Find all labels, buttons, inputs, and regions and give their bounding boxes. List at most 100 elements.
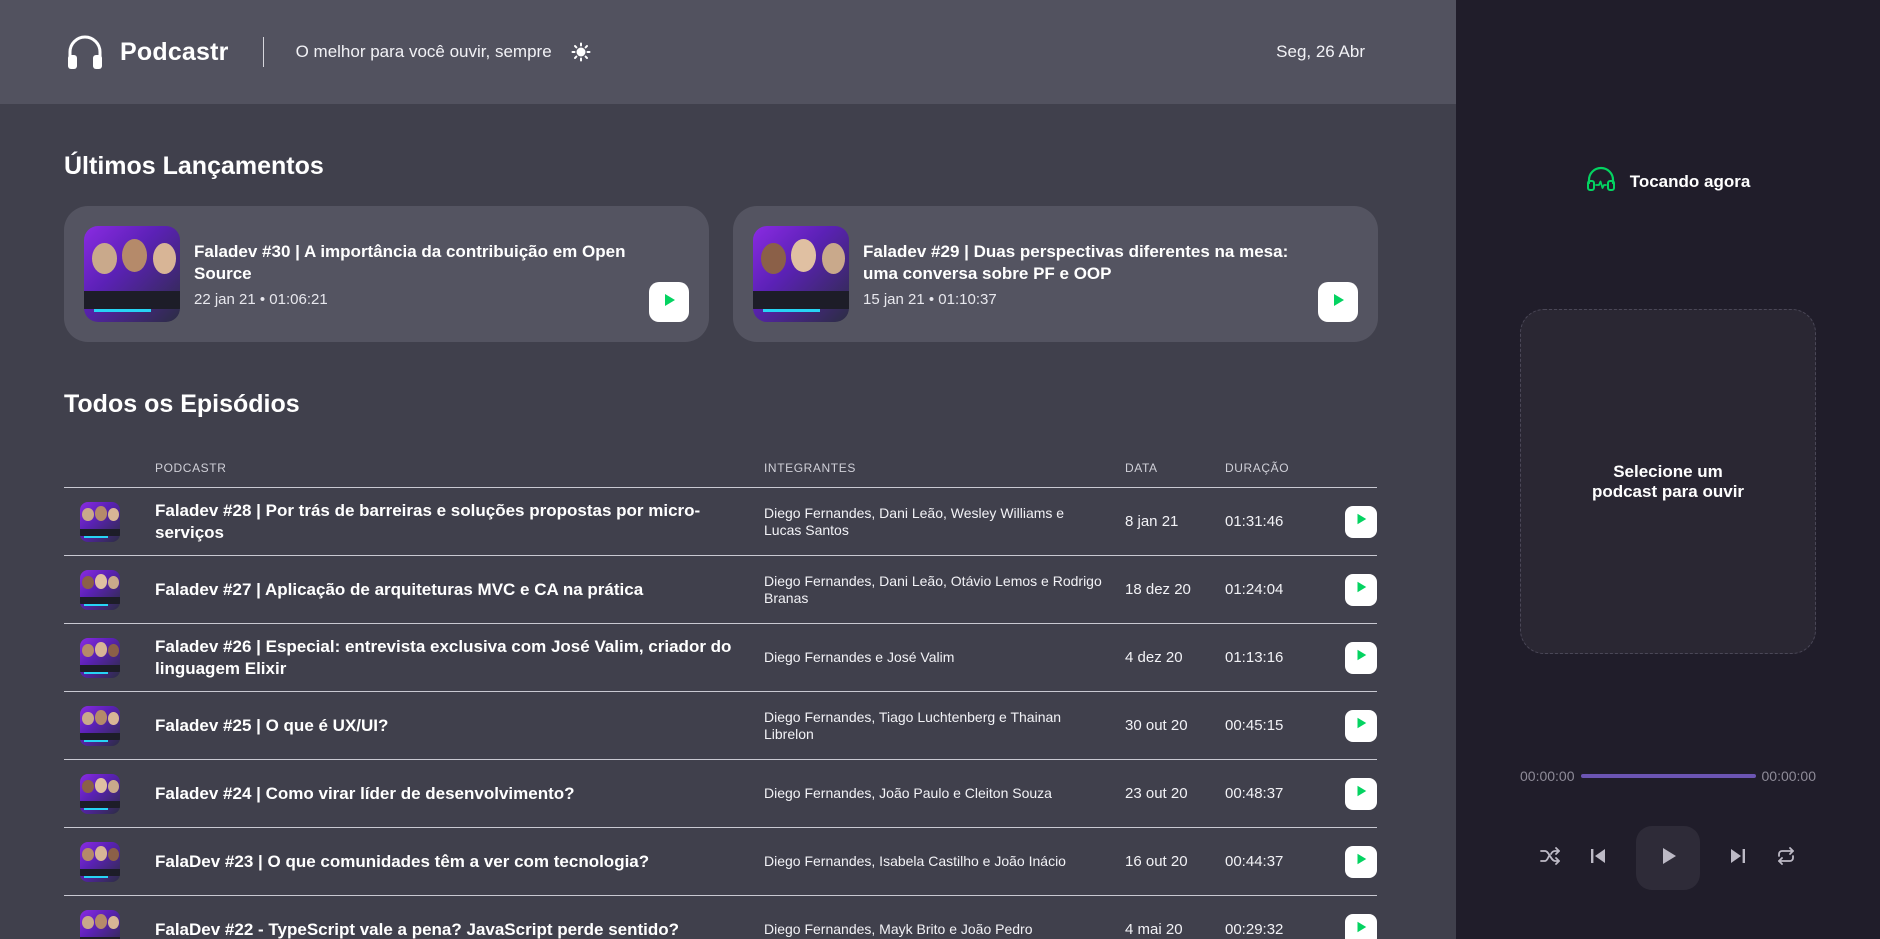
episode-thumbnail xyxy=(80,569,120,610)
header-divider xyxy=(262,37,264,67)
play-icon xyxy=(1354,580,1368,599)
table-header: PODCASTR INTEGRANTES DATA DURAÇÃO xyxy=(64,448,1377,488)
tagline: O melhor para você ouvir, sempre xyxy=(295,42,552,61)
table-row: Faladev #25 | O que é UX/UI? Diego Fernan… xyxy=(64,692,1377,760)
episode-thumbnail xyxy=(80,501,120,542)
repeat-icon xyxy=(1775,845,1797,872)
player: Tocando agora Selecione um podcast para … xyxy=(1456,0,1880,939)
table-row: FalaDev #22 - TypeScript vale a pena? Ja… xyxy=(64,896,1377,939)
episode-date: 18 dez 20 xyxy=(1125,581,1191,598)
episode-date: 4 dez 20 xyxy=(1125,649,1183,666)
latest-episode-card[interactable]: Faladev #29 | Duas perspectivas diferent… xyxy=(733,206,1378,342)
play-icon xyxy=(1354,512,1368,531)
episode-thumbnail xyxy=(753,226,849,322)
play-icon xyxy=(1354,648,1368,667)
headphones-playing-icon xyxy=(1586,166,1616,197)
empty-player-message: Selecione um podcast para ouvir xyxy=(1591,461,1745,501)
episode-title[interactable]: Faladev #28 | Por trás de barreiras e so… xyxy=(155,500,764,544)
latest-episode-card[interactable]: Faladev #30 | A importância da contribui… xyxy=(64,206,709,342)
play-icon xyxy=(1330,292,1346,313)
episode-thumbnail xyxy=(84,226,180,322)
episode-members: Diego Fernandes, Mayk Brito e João Pedro xyxy=(764,921,1033,937)
now-playing: Tocando agora xyxy=(1456,166,1880,197)
episode-duration: 00:45:15 xyxy=(1225,717,1284,734)
shuffle-button[interactable] xyxy=(1532,840,1568,876)
play-button[interactable] xyxy=(1345,505,1377,538)
episode-thumbnail xyxy=(80,773,120,814)
episode-duration: 01:13:16 xyxy=(1225,649,1284,666)
episode-duration: 00:48:37 xyxy=(1225,785,1284,802)
sun-icon[interactable] xyxy=(570,41,592,63)
play-button[interactable] xyxy=(1345,709,1377,742)
play-button[interactable] xyxy=(1345,777,1377,810)
next-icon xyxy=(1728,846,1748,871)
empty-player-box: Selecione um podcast para ouvir xyxy=(1520,309,1816,654)
episode-duration: 01:31:46 xyxy=(1225,513,1284,530)
shuffle-icon xyxy=(1539,845,1561,872)
table-row: FalaDev #23 | O que comunidades têm a ve… xyxy=(64,828,1377,896)
previous-button[interactable] xyxy=(1580,840,1616,876)
header: Podcastr O melhor para você ouvir, sempr… xyxy=(0,0,1456,104)
play-button[interactable] xyxy=(1345,845,1377,878)
episode-thumbnail xyxy=(80,841,120,882)
episode-meta: 15 jan 21 • 01:10:37 xyxy=(863,291,997,308)
episode-members: Diego Fernandes, Tiago Luchtenberg e Tha… xyxy=(764,708,1062,742)
episode-title[interactable]: Faladev #24 | Como virar líder de desenv… xyxy=(155,783,764,805)
column-members: INTEGRANTES xyxy=(764,460,856,475)
episode-members: Diego Fernandes e José Valim xyxy=(764,649,955,665)
episode-thumbnail xyxy=(80,637,120,678)
table-row: Faladev #28 | Por trás de barreiras e so… xyxy=(64,488,1377,556)
episode-title[interactable]: FalaDev #23 | O que comunidades têm a ve… xyxy=(155,851,764,873)
now-playing-label: Tocando agora xyxy=(1629,171,1751,191)
episode-date: 4 mai 20 xyxy=(1125,921,1183,938)
episode-date: 16 out 20 xyxy=(1125,853,1188,870)
column-duration: DURAÇÃO xyxy=(1225,460,1290,475)
play-icon xyxy=(1354,852,1368,871)
app-name: Podcastr xyxy=(120,37,229,66)
table-row: Faladev #24 | Como virar líder de desenv… xyxy=(64,760,1377,828)
episode-title[interactable]: Faladev #26 | Especial: entrevista exclu… xyxy=(155,636,764,680)
column-date: DATA xyxy=(1125,460,1158,475)
logo: Podcastr xyxy=(64,31,229,73)
play-button[interactable] xyxy=(1345,913,1377,939)
episode-date: 8 jan 21 xyxy=(1125,513,1179,530)
episode-title[interactable]: FalaDev #22 - TypeScript vale a pena? Ja… xyxy=(155,919,764,939)
play-icon xyxy=(1656,844,1680,873)
episode-title[interactable]: Faladev #27 | Aplicação de arquiteturas … xyxy=(155,579,764,601)
play-button[interactable] xyxy=(1345,641,1377,674)
episode-title[interactable]: Faladev #30 | A importância da contribui… xyxy=(194,241,634,285)
player-play-button[interactable] xyxy=(1636,826,1700,890)
play-icon xyxy=(1354,716,1368,735)
progress-bar[interactable] xyxy=(1580,774,1756,778)
episode-thumbnail xyxy=(80,909,120,939)
episode-date: 23 out 20 xyxy=(1125,785,1188,802)
play-button[interactable] xyxy=(649,282,689,322)
repeat-button[interactable] xyxy=(1768,840,1804,876)
episode-members: Diego Fernandes, João Paulo e Cleiton So… xyxy=(764,785,1052,801)
episode-title[interactable]: Faladev #25 | O que é UX/UI? xyxy=(155,715,764,737)
next-button[interactable] xyxy=(1720,840,1756,876)
table-row: Faladev #27 | Aplicação de arquiteturas … xyxy=(64,556,1377,624)
play-icon xyxy=(661,292,677,313)
episode-thumbnail xyxy=(80,705,120,746)
episode-members: Diego Fernandes, Dani Leão, Otávio Lemos… xyxy=(764,572,1102,606)
episode-members: Diego Fernandes, Dani Leão, Wesley Willi… xyxy=(764,504,1065,538)
play-button[interactable] xyxy=(1318,282,1358,322)
episode-duration: 00:29:32 xyxy=(1225,921,1284,938)
total-time: 00:00:00 xyxy=(1761,768,1817,784)
episode-duration: 00:44:37 xyxy=(1225,853,1284,870)
play-icon xyxy=(1354,784,1368,803)
all-episodes-title: Todos os Episódios xyxy=(64,390,300,418)
episodes-table: PODCASTR INTEGRANTES DATA DURAÇÃO Falade… xyxy=(64,448,1377,939)
latest-section-title: Últimos Lançamentos xyxy=(64,152,324,180)
player-controls xyxy=(1456,826,1880,890)
episode-duration: 01:24:04 xyxy=(1225,581,1284,598)
play-button[interactable] xyxy=(1345,573,1377,606)
episode-title[interactable]: Faladev #29 | Duas perspectivas diferent… xyxy=(863,241,1303,285)
progress-area: 00:00:00 00:00:00 xyxy=(1520,768,1816,784)
current-date: Seg, 26 Abr xyxy=(1276,42,1365,61)
current-time: 00:00:00 xyxy=(1520,768,1575,784)
column-podcast: PODCASTR xyxy=(155,460,227,475)
headphones-icon xyxy=(64,31,106,73)
episode-meta: 22 jan 21 • 01:06:21 xyxy=(194,291,328,308)
